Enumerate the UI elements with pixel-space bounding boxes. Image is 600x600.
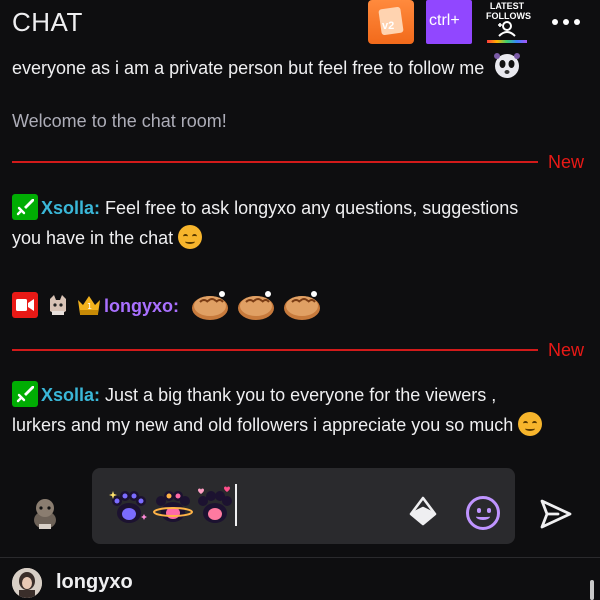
broadcaster-badge[interactable] (12, 292, 38, 318)
bits-icon[interactable] (408, 496, 438, 526)
paw-hearts-emote (198, 486, 232, 523)
username[interactable]: longyxo (104, 296, 173, 316)
user-avatar-icon (12, 568, 42, 598)
dot-icon (563, 19, 569, 25)
moderator-badge[interactable] (12, 381, 38, 407)
rainbow-bar (487, 40, 527, 43)
send-icon[interactable] (538, 496, 574, 532)
chat-message-continued: lurkers and my new and old followers i a… (12, 410, 588, 440)
chat-line-partial: everyone as i am a private person but fe… (12, 52, 588, 83)
bread-emote (238, 291, 275, 320)
message-text: Feel free to ask longyxo any questions, … (105, 198, 519, 218)
chat-message: Xsolla: Just a big thank you to everyone… (12, 380, 588, 410)
paw-planet-emote (153, 491, 193, 522)
message-text: everyone as i am a private person but fe… (12, 58, 485, 78)
footer-user-bar: longyxo (0, 557, 600, 600)
footer-username[interactable]: longyxo (56, 571, 133, 594)
chat-messages[interactable]: everyone as i am a private person but fe… (0, 44, 600, 456)
upside-down-face-emoji (178, 225, 203, 249)
welcome-message: Welcome to the chat room! (12, 111, 227, 131)
new-messages-divider: New (12, 152, 596, 172)
scroll-indicator[interactable] (590, 580, 594, 600)
svg-text:1: 1 (87, 302, 92, 311)
user-avatar[interactable] (12, 568, 42, 598)
extension-ctrl-button[interactable]: ctrl+ (426, 0, 472, 44)
new-messages-divider: New (12, 340, 596, 360)
message-text: lurkers and my new and old followers i a… (12, 415, 514, 435)
new-label: New (548, 340, 585, 360)
upside-down-face-emoji (518, 412, 543, 436)
sword-icon (16, 199, 34, 216)
moderator-badge[interactable] (12, 194, 38, 220)
chat-message-continued: you have in the chat (12, 223, 588, 253)
username[interactable]: Xsolla (41, 385, 94, 405)
user-avatar-icon[interactable] (30, 496, 60, 530)
extension-v2-button[interactable]: v2 (368, 0, 414, 44)
divider-line (12, 161, 538, 163)
divider-line (12, 349, 538, 351)
chat-title: CHAT (12, 7, 83, 37)
chat-input[interactable] (92, 468, 515, 544)
bread-emote (284, 291, 321, 320)
bread-emote (192, 291, 229, 320)
new-label: New (548, 152, 585, 172)
camera-icon (16, 299, 34, 311)
extension-latest-follows-button[interactable]: LATEST FOLLOWS (484, 0, 531, 44)
cat-badge-icon[interactable] (46, 293, 70, 317)
chat-message: 1 longyxo: (12, 288, 588, 322)
chat-message: Xsolla: Feel free to ask longyxo any que… (12, 193, 588, 223)
text-caret (235, 484, 237, 526)
dot-icon (574, 19, 580, 25)
message-text: Just a big thank you to everyone for the… (105, 385, 497, 405)
username[interactable]: Xsolla (41, 198, 94, 218)
paw-sparkle-emote (109, 491, 147, 523)
more-options-button[interactable] (546, 10, 586, 34)
chat-header: CHAT v2 ctrl+ LATEST FOLLOWS (0, 0, 600, 44)
ghost-face-emote (494, 53, 521, 78)
sword-icon (16, 386, 34, 403)
smile-icon (476, 513, 490, 520)
emote-picker-button[interactable] (466, 496, 500, 530)
add-user-icon (498, 21, 516, 37)
dot-icon (552, 19, 558, 25)
message-text: you have in the chat (12, 228, 174, 248)
extension-ctrl-label: ctrl+ (429, 12, 460, 29)
latest-follows-label: LATEST FOLLOWS (486, 1, 531, 21)
extension-v2-label: v2 (382, 20, 395, 32)
crown-badge-icon[interactable]: 1 (76, 292, 102, 318)
